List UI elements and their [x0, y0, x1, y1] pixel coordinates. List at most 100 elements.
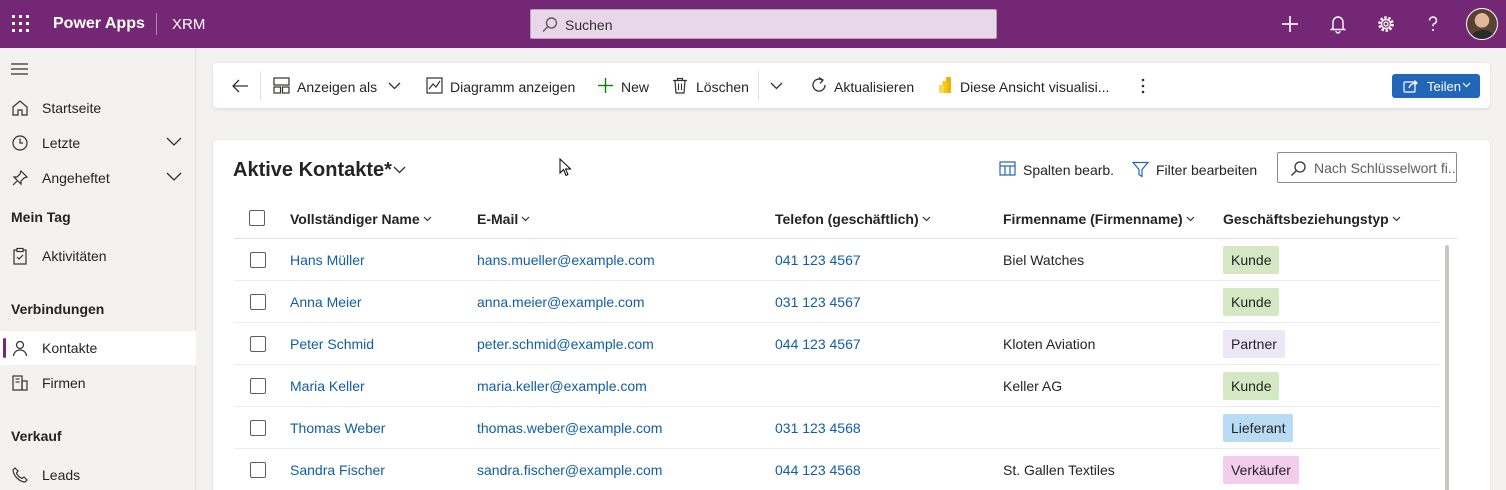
table-row[interactable]: Anna Meier anna.meier@example.com 031 123 …	[234, 281, 1439, 323]
row-checkbox[interactable]	[250, 462, 266, 478]
column-header-relationship-type[interactable]: Geschäftsbeziehungstyp	[1223, 211, 1401, 227]
contact-name-link[interactable]: Hans Müller	[290, 252, 365, 268]
help-icon[interactable]	[1420, 11, 1446, 37]
edit-columns-button[interactable]: Spalten bearb.	[999, 160, 1114, 180]
share-icon	[1403, 80, 1418, 93]
show-chart-label: Diagramm anzeigen	[450, 79, 576, 95]
visualize-view-button[interactable]: Diese Ansicht visualisi...	[938, 63, 1110, 108]
row-checkbox[interactable]	[250, 420, 266, 436]
row-checkbox[interactable]	[250, 378, 266, 394]
share-button[interactable]: Teilen	[1392, 74, 1480, 98]
contact-name-link[interactable]: Anna Meier	[290, 294, 362, 310]
environment-name[interactable]: XRM	[172, 16, 205, 33]
columns-icon	[999, 161, 1016, 176]
row-checkbox[interactable]	[250, 252, 266, 268]
row-checkbox[interactable]	[250, 294, 266, 310]
contact-name-link[interactable]: Sandra Fischer	[290, 462, 385, 478]
company-name: Keller AG	[1003, 378, 1063, 394]
relationship-type-badge: Kunde	[1223, 288, 1280, 316]
vertical-scrollbar[interactable]	[1445, 245, 1449, 490]
app-launcher-icon[interactable]	[12, 15, 30, 33]
more-commands-chevron-icon[interactable]	[770, 82, 783, 90]
column-header-name[interactable]: Vollständiger Name	[290, 211, 432, 227]
contact-name-link[interactable]: Peter Schmid	[290, 336, 374, 352]
email-link[interactable]: peter.schmid@example.com	[477, 336, 654, 352]
row-checkbox[interactable]	[250, 336, 266, 352]
brand-divider	[156, 13, 157, 35]
hamburger-menu-icon[interactable]	[11, 62, 29, 76]
plus-icon[interactable]	[1277, 11, 1303, 37]
table-row[interactable]: Thomas Weber thomas.weber@example.com 031 …	[234, 407, 1439, 449]
relationship-type-badge: Verkäufer	[1223, 456, 1299, 484]
clipboard-icon	[13, 247, 27, 265]
phone-link[interactable]: 031 123 4567	[775, 294, 861, 310]
chevron-down-icon	[521, 216, 530, 222]
table-row[interactable]: Maria Keller maria.keller@example.com Kell…	[234, 365, 1439, 407]
email-link[interactable]: sandra.fischer@example.com	[477, 462, 662, 478]
select-all-checkbox[interactable]	[249, 210, 265, 226]
show-as-button[interactable]: Anzeigen als	[273, 63, 403, 108]
keyword-filter-input[interactable]: Nach Schlüsselwort fi...	[1277, 152, 1457, 183]
phone-link[interactable]: 044 123 4568	[775, 462, 861, 478]
view-title[interactable]: Aktive Kontakte*	[233, 159, 392, 182]
sidebar-item-label: Leads	[42, 467, 81, 483]
email-link[interactable]: maria.keller@example.com	[477, 378, 647, 394]
contact-name-link[interactable]: Thomas Weber	[290, 420, 385, 436]
phone-link[interactable]: 041 123 4567	[775, 252, 861, 268]
toolbar-divider	[260, 71, 261, 100]
column-header-phone[interactable]: Telefon (geschäftlich)	[775, 211, 931, 227]
app-name[interactable]: Power Apps	[53, 15, 145, 33]
back-arrow-icon[interactable]	[231, 78, 249, 94]
relationship-type-badge: Lieferant	[1223, 414, 1294, 442]
email-link[interactable]: hans.mueller@example.com	[477, 252, 655, 268]
phone-link[interactable]: 031 123 4568	[775, 420, 861, 436]
toolbar-divider	[758, 71, 759, 100]
view-selector-chevron-icon[interactable]	[393, 166, 406, 174]
bell-icon[interactable]	[1325, 11, 1351, 37]
sidebar-item-kontakte[interactable]: Kontakte	[0, 331, 196, 365]
search-icon	[1291, 161, 1306, 176]
visualize-view-label: Diese Ansicht visualisi...	[960, 79, 1110, 95]
chevron-down-icon	[922, 216, 931, 222]
new-button[interactable]: New	[597, 63, 653, 108]
contact-name-link[interactable]: Maria Keller	[290, 378, 365, 394]
column-header-email[interactable]: E-Mail	[477, 211, 530, 227]
chevron-down-icon	[423, 216, 432, 222]
edit-filters-button[interactable]: Filter bearbeiten	[1132, 160, 1258, 180]
table-row[interactable]: Sandra Fischer sandra.fischer@example.com…	[234, 449, 1439, 490]
chart-icon	[426, 77, 443, 94]
sidebar-item-aktivitaeten[interactable]: Aktivitäten	[0, 239, 196, 273]
gear-icon[interactable]	[1373, 11, 1399, 37]
more-vertical-icon[interactable]	[1140, 77, 1146, 95]
email-link[interactable]: thomas.weber@example.com	[477, 420, 662, 436]
view-panel: Aktive Kontakte* Spalten bearb. Filter b…	[213, 140, 1490, 490]
refresh-label: Aktualisieren	[834, 79, 915, 95]
keyword-filter-placeholder: Nach Schlüsselwort fi...	[1314, 160, 1456, 176]
chevron-down-icon[interactable]	[166, 172, 182, 182]
sidebar-item-letzte[interactable]: Letzte	[0, 126, 196, 160]
sidebar-item-leads[interactable]: Leads	[0, 458, 196, 490]
column-header-company[interactable]: Firmenname (Firmenname)	[1003, 211, 1195, 227]
delete-label: Löschen	[696, 79, 749, 95]
user-avatar[interactable]	[1466, 8, 1498, 40]
sidebar-item-startseite[interactable]: Startseite	[0, 91, 196, 125]
sidebar-item-firmen[interactable]: Firmen	[0, 366, 196, 400]
building-icon	[12, 375, 28, 391]
delete-button[interactable]: Löschen	[672, 63, 750, 108]
chevron-down-icon[interactable]	[166, 137, 182, 147]
global-search-input[interactable]: Suchen	[530, 9, 997, 39]
phone-icon	[12, 467, 28, 483]
show-chart-button[interactable]: Diagramm anzeigen	[426, 63, 578, 108]
sidebar-item-angeheftet[interactable]: Angeheftet	[0, 161, 196, 195]
chevron-down-icon	[1186, 216, 1195, 222]
table-row[interactable]: Hans Müller hans.mueller@example.com 041 1…	[234, 239, 1439, 281]
relationship-type-badge: Kunde	[1223, 372, 1280, 400]
table-row[interactable]: Peter Schmid peter.schmid@example.com 044 …	[234, 323, 1439, 365]
email-link[interactable]: anna.meier@example.com	[477, 294, 645, 310]
filter-icon	[1132, 161, 1149, 178]
trash-icon	[673, 77, 687, 94]
company-name: St. Gallen Textiles	[1003, 462, 1115, 478]
phone-link[interactable]: 044 123 4567	[775, 336, 861, 352]
refresh-button[interactable]: Aktualisieren	[810, 63, 914, 108]
relationship-type-badge: Partner	[1223, 330, 1285, 358]
